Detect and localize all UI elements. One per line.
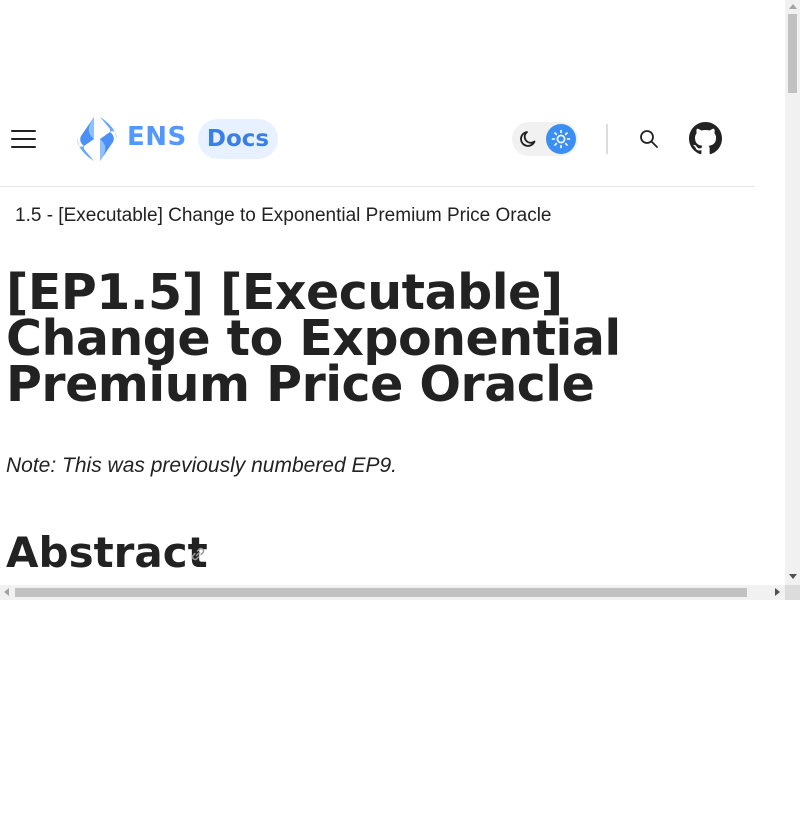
scroll-up-arrow-icon[interactable] (789, 4, 797, 9)
ens-logo-icon[interactable] (75, 116, 119, 162)
moon-icon (520, 131, 536, 147)
page-content: ENS Docs 1.5 - [Executable] Change to Ex… (0, 0, 785, 585)
hamburger-menu-icon-bar (11, 146, 36, 148)
breadcrumb: 1.5 - [Executable] Change to Exponential… (15, 205, 552, 226)
hamburger-menu-icon (11, 130, 36, 132)
theme-toggle-active (546, 124, 576, 154)
scroll-left-arrow-icon[interactable] (4, 588, 9, 596)
scroll-down-arrow-icon[interactable] (789, 574, 797, 579)
search-icon[interactable] (638, 128, 660, 150)
scrollbar-corner (785, 585, 800, 600)
scroll-right-arrow-icon[interactable] (775, 588, 780, 596)
note-text: Note: This was previously numbered EP9. (6, 454, 398, 477)
docs-link[interactable]: Docs (198, 119, 278, 159)
horizontal-scrollbar-thumb[interactable] (15, 588, 747, 597)
vertical-scrollbar[interactable] (785, 0, 800, 585)
sun-icon (551, 129, 571, 149)
browser-viewport: ENS Docs 1.5 - [Executable] Change to Ex… (0, 0, 800, 600)
logo-text[interactable]: ENS (127, 122, 187, 152)
vertical-scrollbar-thumb[interactable] (788, 14, 797, 93)
github-icon[interactable] (689, 122, 722, 155)
header-divider (606, 124, 608, 154)
section-heading-abstract: Abstract (6, 528, 208, 577)
theme-toggle[interactable] (512, 122, 578, 156)
menu-button[interactable] (11, 128, 37, 150)
link-icon[interactable] (188, 544, 208, 564)
horizontal-scrollbar[interactable] (0, 585, 785, 600)
hamburger-menu-icon-bar (11, 138, 36, 140)
page-title: [EP1.5] [Executable] Change to Exponenti… (6, 264, 621, 413)
